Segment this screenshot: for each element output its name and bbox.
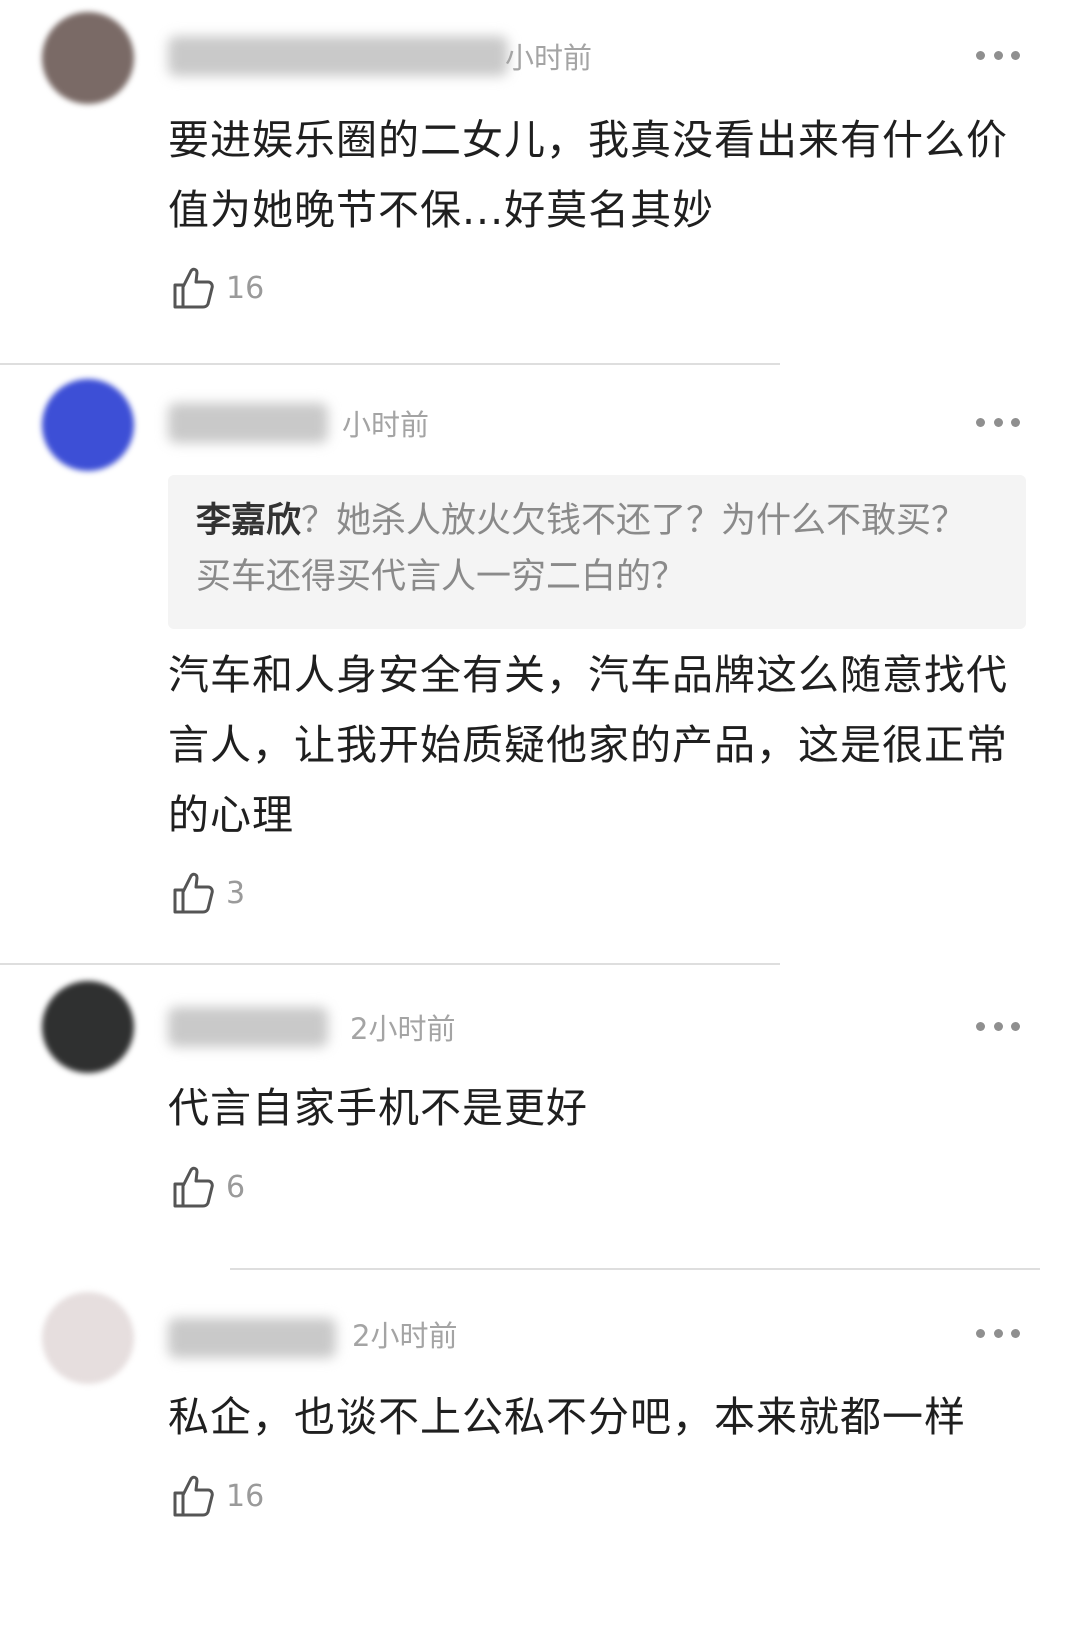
- username-blurred[interactable]: [168, 1007, 328, 1047]
- more-dots-icon[interactable]: [976, 1020, 1020, 1032]
- thumbs-up-icon: [173, 267, 214, 309]
- more-dots-icon[interactable]: [976, 49, 1020, 61]
- comment-item: 2小时前 代言自家手机不是更好 6: [0, 965, 1080, 1270]
- comment-text: 私企，也谈不上公私不分吧，本来就都一样: [168, 1393, 966, 1441]
- avatar[interactable]: [42, 12, 134, 104]
- thumbs-up-icon: [173, 872, 214, 914]
- comment-time: 小时前: [342, 408, 430, 442]
- quote-author[interactable]: 李嘉欣: [196, 501, 301, 541]
- quote-text: ？她杀人放火欠钱不还了？为什么不敢买？买车还得买代言人一穷二白的？: [196, 501, 967, 597]
- like-count: 6: [226, 1169, 246, 1205]
- comment-time: 2小时前: [350, 1012, 456, 1046]
- more-dots-icon[interactable]: [976, 416, 1020, 428]
- comment-item: 小时前 要进娱乐圈的二女儿，我真没看出来有什么价值为她晚节不保...好莫名其妙 …: [0, 0, 1080, 365]
- comment-item: 2小时前 私企，也谈不上公私不分吧，本来就都一样 16: [0, 1270, 1080, 1632]
- like-count: 16: [226, 1478, 265, 1514]
- username-blurred[interactable]: [168, 1318, 336, 1358]
- avatar[interactable]: [42, 379, 134, 471]
- like-button[interactable]: 6: [172, 1165, 245, 1209]
- comment-time: 小时前: [505, 41, 593, 75]
- comment-item: 小时前 李嘉欣？她杀人放火欠钱不还了？为什么不敢买？买车还得买代言人一穷二白的？…: [0, 365, 1080, 965]
- thumbs-up-icon: [173, 1166, 214, 1208]
- like-count: 16: [226, 270, 265, 306]
- like-button[interactable]: 3: [172, 871, 245, 915]
- thumbs-up-icon: [173, 1475, 214, 1517]
- username-blurred[interactable]: [168, 36, 508, 76]
- more-dots-icon[interactable]: [976, 1327, 1020, 1339]
- username-blurred[interactable]: [168, 403, 328, 443]
- avatar[interactable]: [42, 981, 134, 1073]
- avatar[interactable]: [42, 1292, 134, 1384]
- comment-text: 要进娱乐圈的二女儿，我真没看出来有什么价值为她晚节不保...好莫名其妙: [168, 116, 1008, 234]
- comment-text: 汽车和人身安全有关，汽车品牌这么随意找代言人，让我开始质疑他家的产品，这是很正常…: [168, 651, 1008, 839]
- comment-text: 代言自家手机不是更好: [168, 1084, 588, 1132]
- like-button[interactable]: 16: [172, 266, 264, 310]
- comment-time: 2小时前: [352, 1319, 458, 1353]
- like-button[interactable]: 16: [172, 1474, 264, 1518]
- quoted-reply[interactable]: 李嘉欣？她杀人放火欠钱不还了？为什么不敢买？买车还得买代言人一穷二白的？: [168, 475, 1026, 629]
- like-count: 3: [226, 875, 246, 911]
